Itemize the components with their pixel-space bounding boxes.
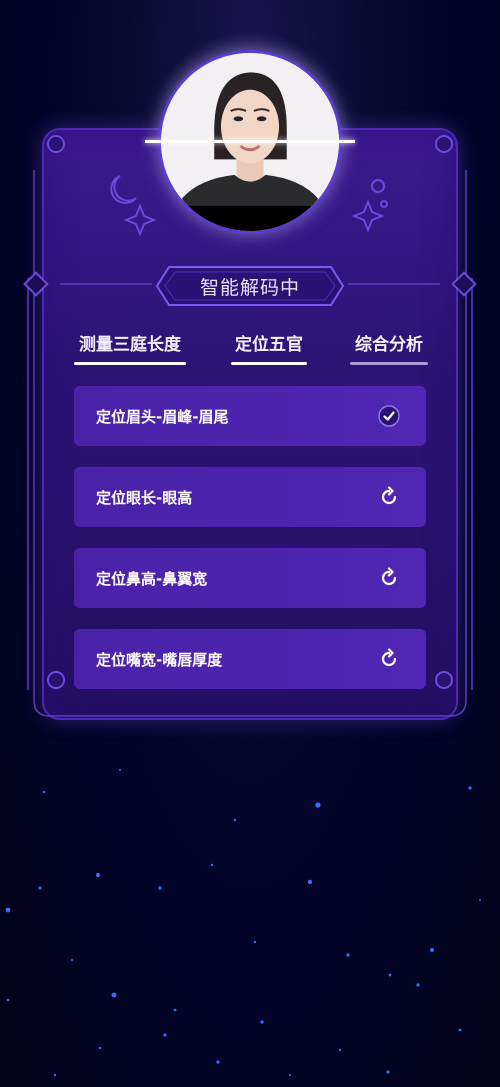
step-label: 定位鼻高-鼻翼宽 — [96, 569, 208, 588]
step-label: 定位眉头-眉峰-眉尾 — [96, 407, 229, 426]
check-circle-icon — [378, 405, 400, 427]
tab-underline — [74, 362, 186, 365]
status-title: 智能解码中 — [199, 276, 300, 299]
analysis-tabs: 测量三庭长度 定位五官 综合分析 — [74, 330, 428, 370]
tab-label: 定位五官 — [235, 335, 303, 355]
tab-overall-analysis[interactable]: 综合分析 — [350, 330, 428, 365]
status-badge: 智能解码中 — [155, 265, 345, 307]
refresh-icon — [381, 648, 397, 667]
list-item[interactable]: 定位眉头-眉峰-眉尾 — [74, 386, 426, 446]
list-item[interactable]: 定位眼长-眼高 — [74, 467, 426, 527]
step-label: 定位嘴宽-嘴唇厚度 — [96, 650, 223, 669]
tab-underline — [350, 362, 428, 365]
tab-underline — [231, 362, 307, 365]
list-item[interactable]: 定位嘴宽-嘴唇厚度 — [74, 629, 426, 689]
list-item[interactable]: 定位鼻高-鼻翼宽 — [74, 548, 426, 608]
tab-three-sections[interactable]: 测量三庭长度 — [74, 330, 186, 365]
step-label: 定位眼长-眼高 — [96, 488, 193, 507]
scan-line — [145, 140, 355, 143]
tab-five-features[interactable]: 定位五官 — [231, 330, 307, 365]
step-list: 定位眉头-眉峰-眉尾 定位眼长-眼高 定位鼻高-鼻翼宽 定位嘴宽-嘴唇厚度 — [74, 386, 426, 710]
refresh-icon — [381, 486, 397, 505]
tab-label: 测量三庭长度 — [79, 335, 181, 355]
refresh-icon — [381, 567, 397, 586]
tab-label: 综合分析 — [355, 335, 423, 355]
